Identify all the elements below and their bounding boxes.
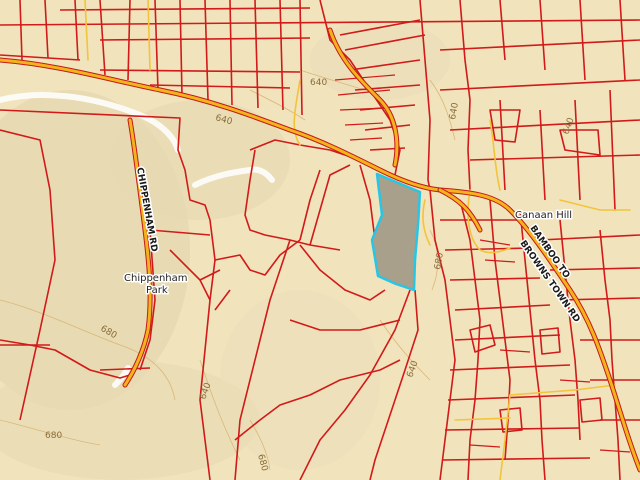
place-label-chippenham: Chippenham xyxy=(124,273,188,284)
contour-label: 640 xyxy=(448,102,461,121)
place-label-canaan-hill: Canaan Hill xyxy=(515,210,572,221)
map-svg[interactable]: 640 640 640 680 680 640 680 640 680 640 … xyxy=(0,0,640,480)
contour-label: 640 xyxy=(310,78,327,88)
place-label-park: Park xyxy=(146,285,168,296)
selected-parcel[interactable] xyxy=(370,172,422,292)
contour-label: 640 xyxy=(561,116,576,136)
contour-label: 680 xyxy=(433,252,446,271)
contour-label: 680 xyxy=(45,431,62,441)
map-canvas[interactable]: 640 640 640 680 680 640 680 640 680 640 … xyxy=(0,0,640,480)
